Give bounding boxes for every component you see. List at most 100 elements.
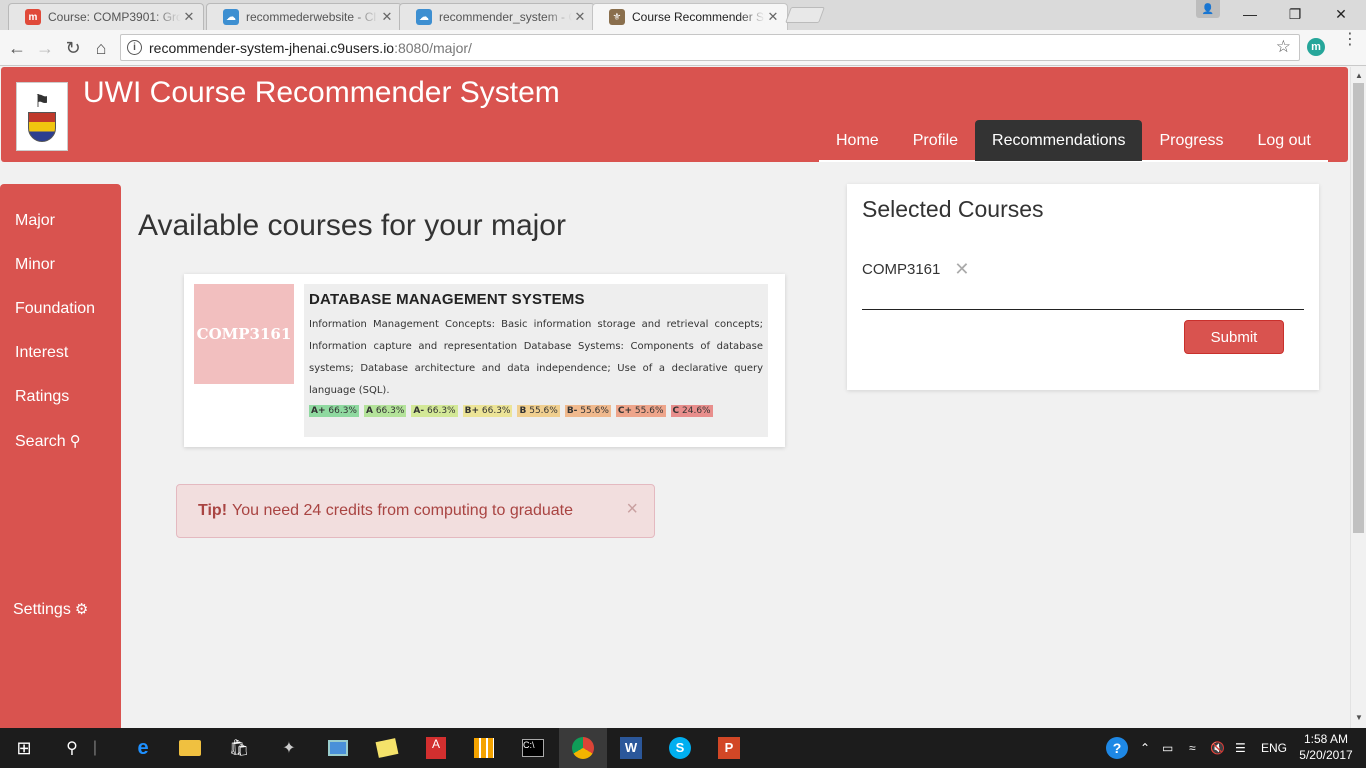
extension-icon[interactable]: m — [1307, 38, 1325, 56]
sidebar-item-minor[interactable]: Minor — [15, 256, 55, 274]
scrollbar-thumb[interactable] — [1353, 83, 1364, 533]
page-viewport: ⚑ UWI Course Recommender System Home Prof… — [0, 67, 1350, 728]
url-path: :8080/major/ — [394, 39, 472, 56]
course-card[interactable]: COMP3161 DATABASE MANAGEMENT SYSTEMS Inf… — [184, 274, 785, 447]
windows-start-icon[interactable]: ⊞ — [12, 736, 36, 760]
sidebar-item-interest[interactable]: Interest — [15, 344, 68, 362]
scroll-up-arrow-icon[interactable]: ▲ — [1355, 71, 1363, 80]
close-window-icon[interactable]: ✕ — [1318, 0, 1364, 28]
skype-icon[interactable]: S — [668, 736, 692, 760]
browser-tab[interactable]: m Course: COMP3901: Grou ✕ — [8, 3, 204, 30]
nav-profile[interactable]: Profile — [896, 120, 975, 161]
nav-home[interactable]: Home — [819, 120, 896, 161]
top-navigation: Home Profile Recommendations Progress Log ou… — [819, 120, 1328, 162]
cloud9-icon: ☁ — [416, 9, 432, 25]
sidebar-item-ratings[interactable]: Ratings — [15, 388, 69, 406]
sidebar-item-foundation[interactable]: Foundation — [15, 300, 95, 318]
clock-time: 1:58 AM — [1303, 732, 1349, 746]
browser-menu-icon[interactable]: ⋮ — [1342, 32, 1358, 48]
browser-tab[interactable]: ☁ recommederwebsite - Cl ✕ — [206, 3, 402, 30]
command-prompt-icon[interactable]: C:\ — [521, 736, 545, 760]
battery-icon[interactable]: ▭ — [1162, 728, 1173, 768]
browser-tab[interactable]: ⚜ Course Recommender Sy ✕ — [592, 3, 788, 30]
grade-badge: A 66.3% — [363, 405, 407, 417]
close-tab-icon[interactable]: ✕ — [379, 9, 395, 25]
tab-title: recommederwebsite - Cl — [246, 10, 377, 24]
browser-profile-icon[interactable]: 👤 — [1196, 0, 1220, 18]
grade-badge: A+ 66.3% — [309, 405, 359, 417]
grade-letter: B+ — [464, 406, 479, 416]
apps-grid-icon[interactable] — [472, 736, 496, 760]
grade-letter: A — [365, 406, 373, 416]
uwi-crest-icon: ⚜ — [609, 9, 625, 25]
forward-arrow-icon[interactable]: → — [33, 36, 57, 60]
sticky-notes-icon[interactable] — [375, 736, 399, 760]
url-host: recommender-system-jhenai.c9users.io — [149, 39, 395, 56]
close-tab-icon[interactable]: ✕ — [765, 9, 781, 25]
remove-course-icon[interactable]: ✕ — [954, 259, 969, 280]
grade-percent: 24.6% — [682, 406, 711, 416]
wifi-icon[interactable]: ≈ — [1189, 728, 1196, 768]
sidebar-item-label: Settings — [13, 601, 71, 618]
bookmark-star-icon[interactable]: ☆ — [1276, 37, 1291, 57]
selected-course-code: COMP3161 — [862, 261, 941, 278]
new-tab-button[interactable] — [785, 7, 825, 23]
selected-courses-panel: Selected Courses COMP3161 ✕ Submit — [847, 184, 1319, 390]
file-explorer-icon[interactable] — [178, 736, 202, 760]
sidebar-item-label: Interest — [15, 344, 69, 361]
restore-icon[interactable]: ❐ — [1272, 0, 1318, 28]
word-icon[interactable]: W — [619, 736, 643, 760]
clock-date: 5/20/2017 — [1299, 748, 1353, 762]
nav-progress[interactable]: Progress — [1142, 120, 1240, 161]
home-icon[interactable]: ⌂ — [89, 36, 113, 60]
control-panel-icon[interactable] — [326, 736, 350, 760]
nav-log-out[interactable]: Log out — [1240, 120, 1327, 161]
address-bar[interactable]: i recommender-system-jhenai.c9users.io:8… — [120, 34, 1300, 61]
site-info-icon[interactable]: i — [127, 40, 142, 55]
help-icon[interactable]: ? — [1106, 728, 1128, 768]
minimize-icon[interactable]: — — [1227, 0, 1273, 28]
reload-icon[interactable]: ↻ — [61, 36, 85, 60]
grade-letter: A- — [413, 406, 425, 416]
selected-courses-title: Selected Courses — [862, 196, 1044, 222]
sidebar-item-settings[interactable]: Settings ⚙ — [13, 600, 88, 619]
site-header: ⚑ UWI Course Recommender System Home Prof… — [1, 67, 1348, 162]
moodle-icon: m — [25, 9, 41, 25]
sidebar-item-search[interactable]: Search ⚲ — [15, 432, 81, 451]
page-scrollbar[interactable]: ▲ ▼ — [1350, 67, 1366, 728]
course-description: Information Management Concepts: Basic i… — [309, 319, 763, 396]
grade-percent: 66.3% — [427, 406, 456, 416]
tray-chevron-icon[interactable]: ⌃ — [1140, 728, 1150, 768]
taskbar-clock[interactable]: 1:58 AM 5/20/2017 — [1295, 731, 1357, 763]
app-icon[interactable]: ✦ — [277, 736, 301, 760]
browser-tab[interactable]: ☁ recommender_system - C ✕ — [399, 3, 595, 30]
language-indicator[interactable]: ENG — [1261, 728, 1287, 768]
back-arrow-icon[interactable]: ← — [5, 36, 29, 60]
close-icon[interactable]: × — [626, 498, 638, 521]
search-icon[interactable]: ⚲ — [60, 736, 84, 760]
scroll-down-arrow-icon[interactable]: ▼ — [1355, 713, 1363, 722]
chrome-icon[interactable] — [571, 736, 595, 760]
sidebar-item-label: Ratings — [15, 388, 70, 405]
sidebar-item-major[interactable]: Major — [15, 212, 55, 230]
crest-shield-icon — [28, 111, 56, 142]
action-center-icon[interactable]: ☰ — [1235, 728, 1246, 768]
nav-recommendations[interactable]: Recommendations — [975, 120, 1143, 161]
store-icon[interactable]: 🛍 — [227, 736, 251, 760]
windows-taskbar: ⊞ ⚲ | e 🛍 ✦ A C:\ W S P ? ⌃ ▭ ≈ 🔇 ☰ ENG … — [0, 728, 1366, 768]
volume-mute-icon[interactable]: 🔇 — [1210, 728, 1225, 768]
grade-badge: C 24.6% — [670, 405, 713, 417]
acrobat-reader-icon[interactable]: A — [424, 736, 448, 760]
tab-title: Course Recommender Sy — [632, 10, 765, 24]
site-title: UWI Course Recommender System — [83, 76, 560, 109]
grade-percent: 66.3% — [328, 406, 357, 416]
edge-browser-icon[interactable]: e — [131, 736, 155, 760]
submit-button[interactable]: Submit — [1184, 320, 1284, 354]
grade-badge: B- 55.6% — [564, 405, 611, 417]
close-tab-icon[interactable]: ✕ — [572, 9, 588, 25]
grade-letter: B- — [566, 406, 578, 416]
close-tab-icon[interactable]: ✕ — [181, 9, 197, 25]
grade-percent: 55.6% — [634, 406, 664, 416]
powerpoint-icon[interactable]: P — [717, 736, 741, 760]
selected-course-item: COMP3161 ✕ — [862, 259, 969, 280]
